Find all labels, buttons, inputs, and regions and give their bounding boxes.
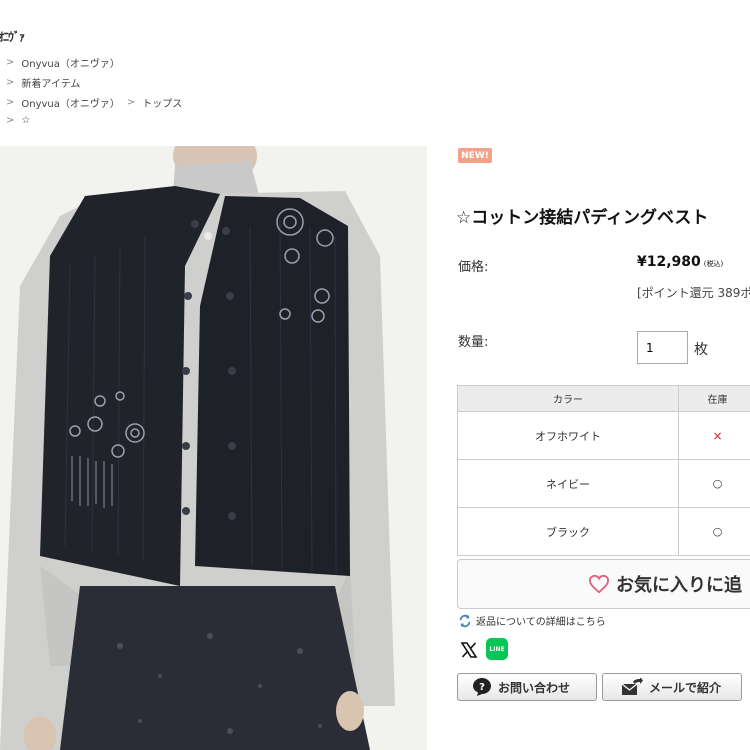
product-title: ☆コットン接結パディングベスト: [456, 208, 709, 228]
stock-status: ×: [678, 411, 750, 460]
table-row[interactable]: ネイビー ○: [457, 459, 750, 508]
heart-icon: [588, 574, 610, 594]
chevron-right-icon: >: [6, 97, 15, 108]
price-label: 価格:: [458, 260, 489, 275]
product-photo[interactable]: [0, 146, 427, 750]
inquiry-button[interactable]: ? お問い合わせ: [457, 673, 597, 701]
header-color: カラー: [457, 385, 679, 412]
add-to-favorites-button[interactable]: お気に入りに追: [457, 559, 750, 609]
question-bubble-icon: ?: [473, 678, 491, 696]
header-stock: 在庫: [678, 385, 750, 412]
mail-label: メールで紹介: [649, 680, 722, 695]
breadcrumb-new-items: > 新着アイテム: [6, 75, 80, 90]
points-info: [ポイント還元 389ポ: [637, 286, 750, 300]
mail-forward-icon: [621, 678, 643, 695]
email-share-button[interactable]: メールで紹介: [602, 673, 742, 701]
favorites-label: お気に入りに追: [616, 575, 742, 596]
product-photo-illustration: [0, 146, 427, 750]
breadcrumb-link-new-items[interactable]: 新着アイテム: [21, 75, 80, 90]
chevron-right-icon: >: [6, 115, 15, 126]
site-logo[interactable]: ｵﾆｳﾞｧ: [0, 28, 25, 45]
inquiry-label: お問い合わせ: [498, 680, 571, 695]
svg-text:?: ?: [479, 682, 485, 693]
table-row[interactable]: ブラック ○: [457, 507, 750, 556]
table-row[interactable]: オフホワイト ×: [457, 411, 750, 460]
price-value: ¥12,980: [637, 254, 701, 270]
color-name: オフホワイト: [457, 411, 679, 460]
quantity-unit: 枚: [694, 342, 708, 358]
line-logo-icon: LINE: [489, 645, 505, 653]
tax-note: (税込): [703, 260, 724, 268]
quantity-label: 数量:: [458, 335, 489, 350]
breadcrumb-link-brand[interactable]: Onyvua（オニヴァ）: [21, 55, 120, 70]
product-price: ¥12,980 (税込): [637, 254, 723, 270]
quantity-input[interactable]: [637, 331, 688, 364]
chevron-right-icon: >: [6, 57, 15, 68]
x-logo-icon: [460, 642, 478, 658]
returns-link[interactable]: 返品についての詳細はこちら: [458, 613, 606, 628]
breadcrumb-link-brand-2[interactable]: Onyvua（オニヴァ）: [21, 95, 120, 110]
share-x-button[interactable]: [458, 639, 480, 661]
color-name: ブラック: [457, 507, 679, 556]
breadcrumb-category: > Onyvua（オニヴァ） > トップス: [6, 95, 182, 110]
stock-status: ○: [678, 459, 750, 508]
chevron-right-icon: >: [6, 77, 15, 88]
share-line-button[interactable]: LINE: [486, 638, 508, 660]
color-name: ネイビー: [457, 459, 679, 508]
breadcrumb-current-label: ☆: [21, 115, 31, 126]
breadcrumb-brand: > Onyvua（オニヴァ）: [6, 55, 120, 70]
new-badge: NEW!: [458, 148, 492, 163]
chevron-right-icon: >: [126, 97, 136, 108]
breadcrumb-current: > ☆: [6, 115, 30, 126]
stock-status: ○: [678, 507, 750, 556]
refresh-icon: [459, 614, 471, 627]
breadcrumb-link-tops[interactable]: トップス: [142, 95, 182, 110]
returns-label: 返品についての詳細はこちら: [476, 617, 606, 628]
stock-table: カラー 在庫 オフホワイト × ネイビー ○ ブラック ○: [457, 385, 750, 556]
